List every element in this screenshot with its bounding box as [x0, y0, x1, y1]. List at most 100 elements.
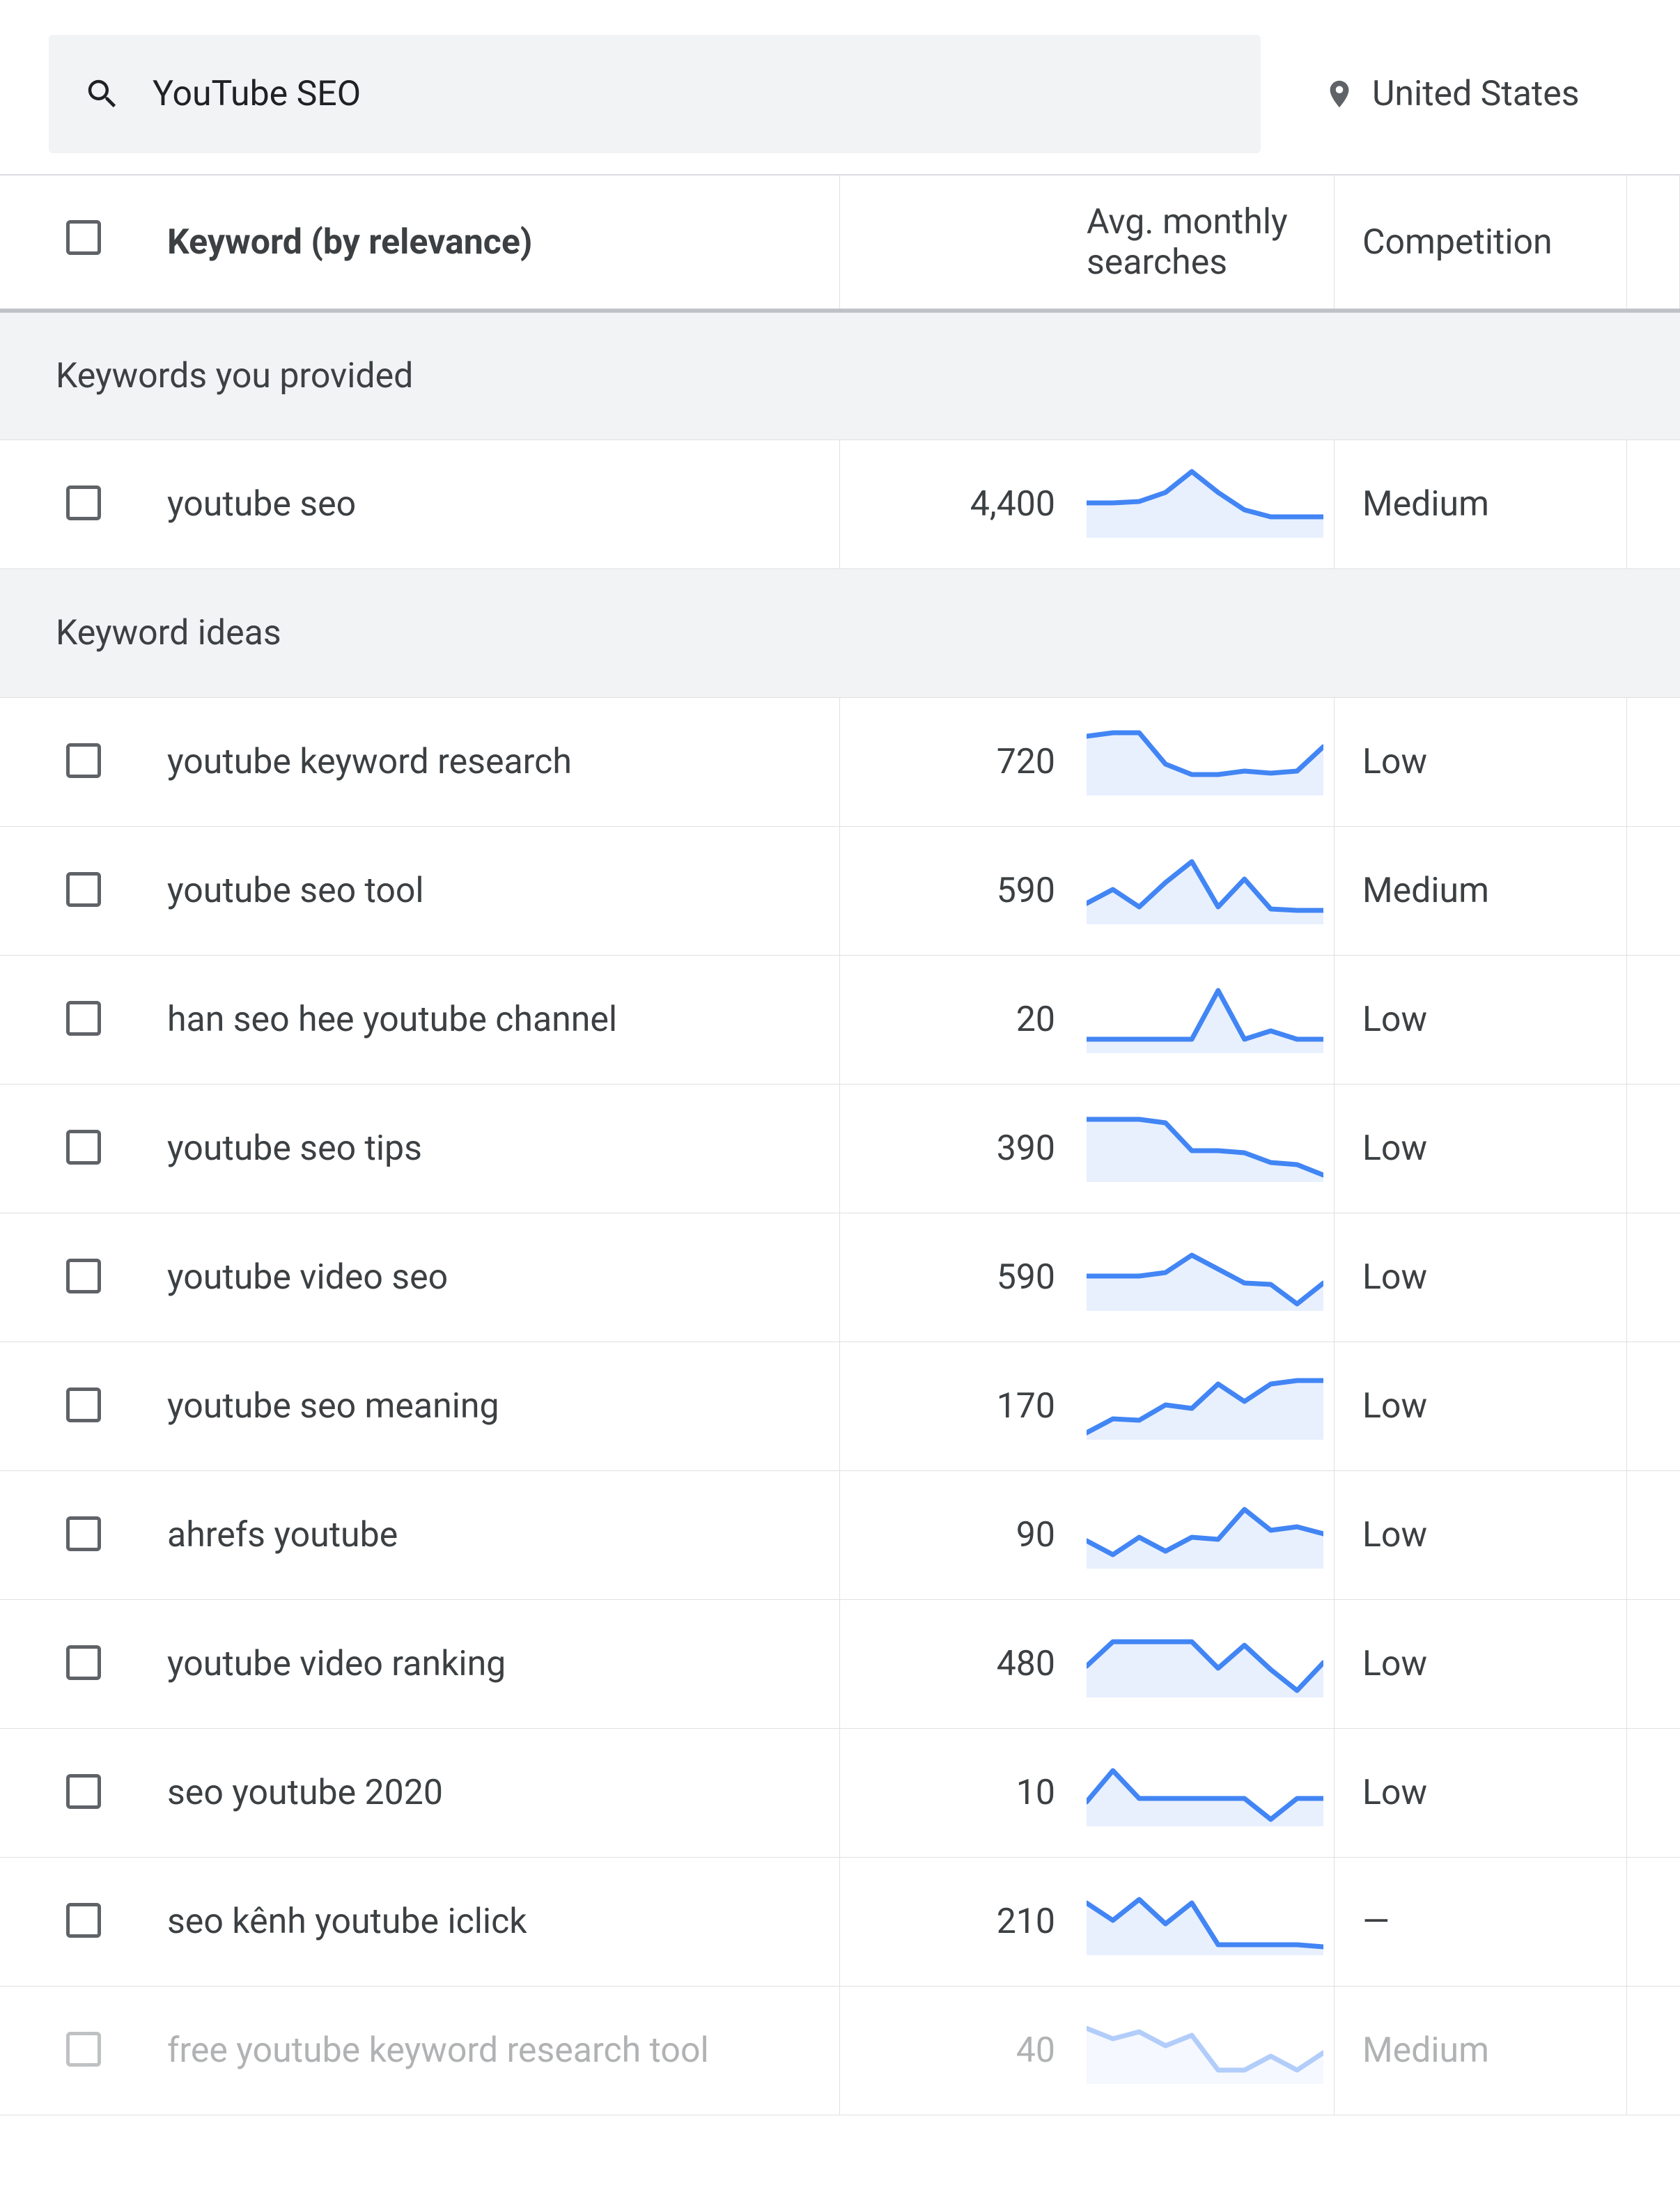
sparkline-cell — [1076, 955, 1335, 1084]
row-checkbox[interactable] — [66, 1903, 101, 1938]
section-provided-label: Keywords you provided — [0, 311, 1680, 440]
sparkline — [1087, 1757, 1323, 1826]
sparkline-cell — [1076, 1986, 1335, 2115]
location-label: United States — [1372, 74, 1580, 114]
row-checkbox[interactable] — [66, 872, 101, 907]
row-checkbox[interactable] — [66, 1001, 101, 1036]
searches-cell: 720 — [839, 697, 1076, 826]
competition-cell: Low — [1335, 1342, 1627, 1470]
keyword-cell: free youtube keyword research tool — [167, 1986, 839, 2115]
sparkline-cell — [1076, 440, 1335, 568]
table-row[interactable]: youtube seo meaning170 Low — [0, 1342, 1680, 1470]
section-ideas: Keyword ideas — [0, 568, 1680, 697]
competition-cell: Low — [1335, 1213, 1627, 1342]
table-row[interactable]: youtube video ranking480 Low — [0, 1599, 1680, 1728]
sparkline-cell — [1076, 1084, 1335, 1213]
column-searches-part1[interactable] — [839, 175, 1076, 311]
sparkline — [1087, 855, 1323, 924]
keyword-cell: youtube seo meaning — [167, 1342, 839, 1470]
competition-cell: — — [1335, 1857, 1627, 1986]
table-row[interactable]: youtube seo tips390 Low — [0, 1084, 1680, 1213]
sparkline — [1087, 1241, 1323, 1311]
location-selector[interactable]: United States — [1323, 74, 1580, 114]
table-row[interactable]: free youtube keyword research tool40 Medi… — [0, 1986, 1680, 2115]
searches-cell: 20 — [839, 955, 1076, 1084]
sparkline — [1087, 1112, 1323, 1182]
competition-cell: Low — [1335, 1470, 1627, 1599]
sparkline-cell — [1076, 826, 1335, 955]
searches-cell: 170 — [839, 1342, 1076, 1470]
table-row[interactable]: han seo hee youtube channel20 Low — [0, 955, 1680, 1084]
sparkline — [1087, 984, 1323, 1053]
search-input-text: YouTube SEO — [153, 74, 361, 114]
section-provided: Keywords you provided — [0, 311, 1680, 440]
keyword-cell: youtube seo tips — [167, 1084, 839, 1213]
column-searches[interactable]: Avg. monthly searches — [1076, 175, 1335, 311]
table-row[interactable]: youtube video seo590 Low — [0, 1213, 1680, 1342]
searches-cell: 590 — [839, 1213, 1076, 1342]
keyword-cell: seo kênh youtube iclick — [167, 1857, 839, 1986]
table-row[interactable]: seo kênh youtube iclick210 — — [0, 1857, 1680, 1986]
row-checkbox[interactable] — [66, 1130, 101, 1165]
keyword-cell: youtube video ranking — [167, 1599, 839, 1728]
keyword-cell: han seo hee youtube channel — [167, 955, 839, 1084]
keyword-cell: youtube video seo — [167, 1213, 839, 1342]
table-header-row: Keyword (by relevance) Avg. monthly sear… — [0, 175, 1680, 311]
keyword-cell: youtube keyword research — [167, 697, 839, 826]
keyword-cell: youtube seo tool — [167, 826, 839, 955]
keyword-cell: ahrefs youtube — [167, 1470, 839, 1599]
row-checkbox[interactable] — [66, 1516, 101, 1551]
sparkline — [1087, 468, 1323, 538]
table-row[interactable]: ahrefs youtube90 Low — [0, 1470, 1680, 1599]
searches-cell: 90 — [839, 1470, 1076, 1599]
sparkline — [1087, 1628, 1323, 1697]
sparkline — [1087, 1499, 1323, 1569]
sparkline-cell — [1076, 1599, 1335, 1728]
competition-cell: Medium — [1335, 826, 1627, 955]
row-checkbox[interactable] — [66, 2032, 101, 2067]
sparkline-cell — [1076, 697, 1335, 826]
competition-cell: Low — [1335, 1728, 1627, 1857]
table-row[interactable]: youtube seo tool590 Medium — [0, 826, 1680, 955]
competition-cell: Medium — [1335, 1986, 1627, 2115]
table-row[interactable]: youtube keyword research720Low — [0, 697, 1680, 826]
searches-cell: 10 — [839, 1728, 1076, 1857]
table-row[interactable]: seo youtube 202010 Low — [0, 1728, 1680, 1857]
row-checkbox[interactable] — [66, 1388, 101, 1422]
competition-cell: Medium — [1335, 440, 1627, 568]
search-input[interactable]: YouTube SEO — [49, 35, 1261, 153]
sparkline — [1087, 726, 1323, 795]
searches-cell: 390 — [839, 1084, 1076, 1213]
sparkline-cell — [1076, 1342, 1335, 1470]
table-row[interactable]: youtube seo4,400 Medium — [0, 440, 1680, 568]
competition-cell: Low — [1335, 1599, 1627, 1728]
location-icon — [1323, 78, 1355, 110]
column-keyword[interactable]: Keyword (by relevance) — [167, 175, 839, 311]
sparkline-cell — [1076, 1857, 1335, 1986]
searches-cell: 210 — [839, 1857, 1076, 1986]
column-competition[interactable]: Competition — [1335, 175, 1627, 311]
searches-cell: 40 — [839, 1986, 1076, 2115]
sparkline-cell — [1076, 1728, 1335, 1857]
row-checkbox[interactable] — [66, 743, 101, 778]
keyword-cell: youtube seo — [167, 440, 839, 568]
keyword-cell: seo youtube 2020 — [167, 1728, 839, 1857]
row-checkbox[interactable] — [66, 1259, 101, 1293]
sparkline-cell — [1076, 1470, 1335, 1599]
sparkline-cell — [1076, 1213, 1335, 1342]
sparkline — [1087, 1886, 1323, 1955]
sparkline — [1087, 1370, 1323, 1440]
competition-cell: Low — [1335, 955, 1627, 1084]
searches-cell: 4,400 — [839, 440, 1076, 568]
sparkline — [1087, 2014, 1323, 2084]
search-icon — [84, 75, 121, 113]
section-ideas-label: Keyword ideas — [0, 568, 1680, 697]
searches-cell: 590 — [839, 826, 1076, 955]
keyword-table: Keyword (by relevance) Avg. monthly sear… — [0, 174, 1680, 2115]
row-checkbox[interactable] — [66, 1645, 101, 1680]
row-checkbox[interactable] — [66, 485, 101, 520]
row-checkbox[interactable] — [66, 1774, 101, 1809]
competition-cell: Low — [1335, 1084, 1627, 1213]
select-all-checkbox[interactable] — [66, 220, 101, 255]
searches-cell: 480 — [839, 1599, 1076, 1728]
